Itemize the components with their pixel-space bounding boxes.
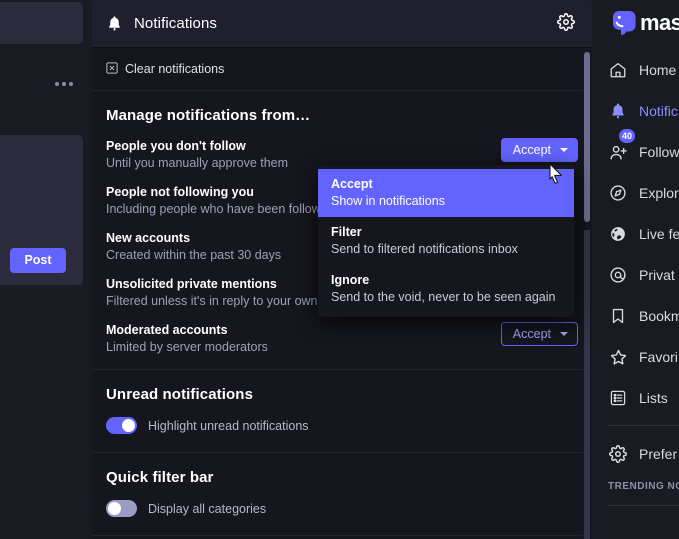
bookmark-icon (608, 306, 628, 326)
ellipsis-icon[interactable] (55, 82, 73, 86)
nav-item-label: Prefer (639, 446, 677, 462)
quick-filter-bar-section: Quick filter bar Display all categories (92, 453, 592, 536)
nav-item-label: Explor (639, 185, 679, 201)
nav-item-explore[interactable]: Explor (608, 179, 679, 207)
star-icon (608, 347, 628, 367)
unread-toggle-row: Highlight unread notifications (106, 417, 578, 434)
app-root: Post Notifications (0, 0, 679, 539)
policy-hint: Limited by server moderators (106, 339, 491, 355)
unread-notifications-section: Unread notifications Highlight unread no… (92, 370, 592, 453)
mastodon-logo-text: masto (640, 10, 679, 36)
person-add-icon: 40 (608, 142, 628, 162)
highlight-unread-label: Highlight unread notifications (148, 419, 309, 433)
clear-notifications-label: Clear notifications (125, 62, 224, 76)
chevron-down-icon (560, 332, 568, 336)
scrollbar-thumb[interactable] (584, 52, 590, 222)
dropdown-option-accept[interactable]: Accept Show in notifications (318, 169, 574, 217)
list-icon (608, 388, 628, 408)
vertical-scrollbar[interactable] (583, 48, 591, 539)
bell-icon (106, 15, 123, 32)
bell-icon (608, 101, 628, 121)
gear-icon (557, 13, 575, 34)
at-icon (608, 265, 628, 285)
dropdown-option-subtitle: Send to the void, never to be seen again (331, 289, 561, 305)
dropdown-option-subtitle: Show in notifications (331, 193, 561, 209)
scrollbar-track[interactable] (584, 230, 590, 539)
compass-icon (608, 183, 628, 203)
nav-item-label: Bookm (639, 308, 679, 324)
left-column-filler (0, 287, 83, 539)
dropdown-option-title: Ignore (331, 272, 561, 288)
highlight-unread-toggle[interactable] (106, 417, 137, 434)
nav-item-favorites[interactable]: Favori (608, 343, 679, 371)
policy-name: Moderated accounts (106, 322, 491, 338)
quick-filter-section-title: Quick filter bar (106, 469, 578, 486)
policy-select-moderated-accounts[interactable]: Accept (501, 322, 578, 346)
clear-notifications-bar: Clear notifications (92, 48, 592, 91)
nav-item-label: Notific (639, 103, 678, 119)
post-button[interactable]: Post (10, 248, 66, 273)
trending-divider (608, 505, 679, 506)
toggle-knob (122, 419, 135, 432)
clear-notifications-button[interactable]: Clear notifications (106, 62, 224, 77)
nav-item-notifications[interactable]: Notific (608, 97, 679, 125)
nav-item-lists[interactable]: Lists (608, 384, 679, 412)
notification-settings-button[interactable] (554, 12, 578, 36)
policy-select-label: Accept (513, 327, 551, 341)
chevron-down-icon (560, 148, 568, 152)
quick-filter-toggle-row: Display all categories (106, 500, 578, 517)
nav-item-label: Live fe (639, 226, 679, 242)
policy-name: People you don't follow (106, 138, 491, 154)
manage-section-title: Manage notifications from… (106, 107, 578, 124)
column-header: Notifications (92, 0, 592, 48)
follow-requests-badge: 40 (619, 129, 635, 143)
nav-item-label: Follow (639, 144, 679, 160)
dropdown-option-title: Filter (331, 224, 561, 240)
mastodon-logo[interactable]: masto (611, 8, 679, 38)
dropdown-option-subtitle: Send to filtered notifications inbox (331, 241, 561, 257)
unread-section-title: Unread notifications (106, 386, 578, 403)
trending-now-heading: TRENDING NO (608, 481, 679, 492)
dropdown-option-ignore[interactable]: Ignore Send to the void, never to be see… (318, 265, 574, 313)
policy-select-people-you-dont-follow[interactable]: Accept (501, 138, 578, 162)
nav-item-label: Privat (639, 267, 675, 283)
clear-notifications-icon (106, 62, 118, 77)
nav-divider (608, 425, 679, 426)
nav-item-label: Favori (639, 349, 678, 365)
nav-item-bookmarks[interactable]: Bookm (608, 302, 679, 330)
nav-item-live-feeds[interactable]: Live fe (608, 220, 679, 248)
right-navigation-column: masto Home Notific (592, 0, 679, 539)
nav-item-home[interactable]: Home (608, 56, 679, 84)
display-all-categories-label: Display all categories (148, 502, 266, 516)
page-title: Notifications (134, 15, 554, 32)
toggle-knob (108, 502, 121, 515)
policy-text: Moderated accounts Limited by server mod… (106, 322, 491, 355)
nav-item-label: Home (639, 62, 676, 78)
nav-item-private-mentions[interactable]: Privat (608, 261, 679, 289)
dropdown-option-filter[interactable]: Filter Send to filtered notifications in… (318, 217, 574, 265)
left-top-card (0, 2, 83, 44)
main-navigation: Home Notific 40 (608, 56, 679, 506)
display-all-categories-toggle[interactable] (106, 500, 137, 517)
left-compose-column: Post (0, 0, 92, 539)
notification-policy-dropdown[interactable]: Accept Show in notifications Filter Send… (318, 165, 574, 317)
compose-card: Post (0, 135, 83, 285)
nav-item-preferences[interactable]: Prefer (608, 440, 679, 468)
mastodon-logo-icon (611, 10, 637, 36)
nav-item-follow-requests[interactable]: 40 Follow (608, 138, 679, 166)
gear-icon (608, 444, 628, 464)
policy-select-label: Accept (513, 143, 551, 157)
globe-icon (608, 224, 628, 244)
nav-item-label: Lists (639, 390, 668, 406)
policy-row-moderated-accounts: Moderated accounts Limited by server mod… (106, 322, 578, 355)
home-icon (608, 60, 628, 80)
dropdown-option-title: Accept (331, 176, 561, 192)
